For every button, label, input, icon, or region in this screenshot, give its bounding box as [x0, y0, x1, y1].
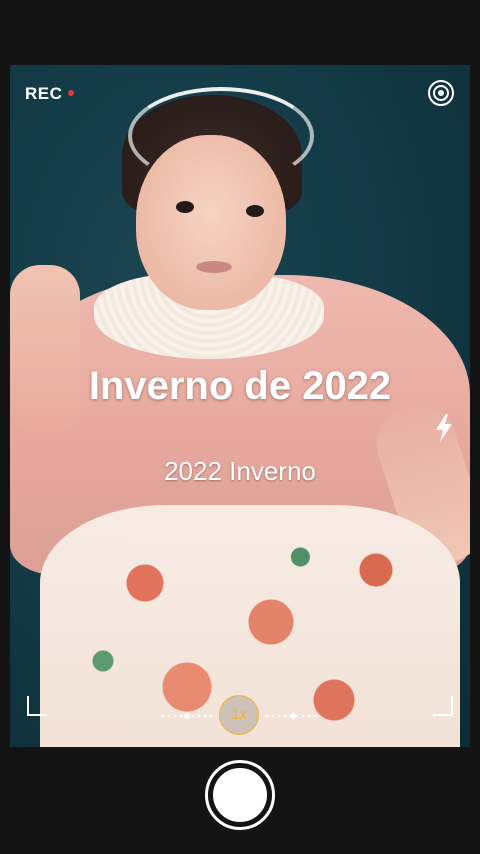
frame-corner-right-icon	[433, 696, 453, 716]
photo-subject-eye	[176, 201, 194, 213]
overlay-subtitle: 2022 Inverno	[164, 456, 316, 486]
shutter-button[interactable]	[205, 760, 275, 830]
shutter-inner-icon	[213, 768, 267, 822]
zoom-stop-dot[interactable]	[290, 713, 296, 719]
photo-subject-headband	[128, 87, 314, 185]
flash-icon[interactable]	[432, 412, 456, 444]
rec-indicator-label: REC	[25, 84, 63, 103]
overlay-title: Inverno de 2022	[88, 364, 392, 408]
zoom-stop-dot[interactable]	[184, 713, 190, 719]
photo-subject-eye	[246, 205, 264, 217]
live-photo-icon[interactable]	[428, 80, 454, 106]
rec-dot-icon	[68, 90, 74, 96]
photo-subject-mouth	[196, 261, 232, 273]
photo-subject-left-arm	[10, 265, 80, 435]
zoom-level-button[interactable]: 1x	[219, 695, 259, 735]
frame-corner-left-icon	[27, 696, 47, 716]
